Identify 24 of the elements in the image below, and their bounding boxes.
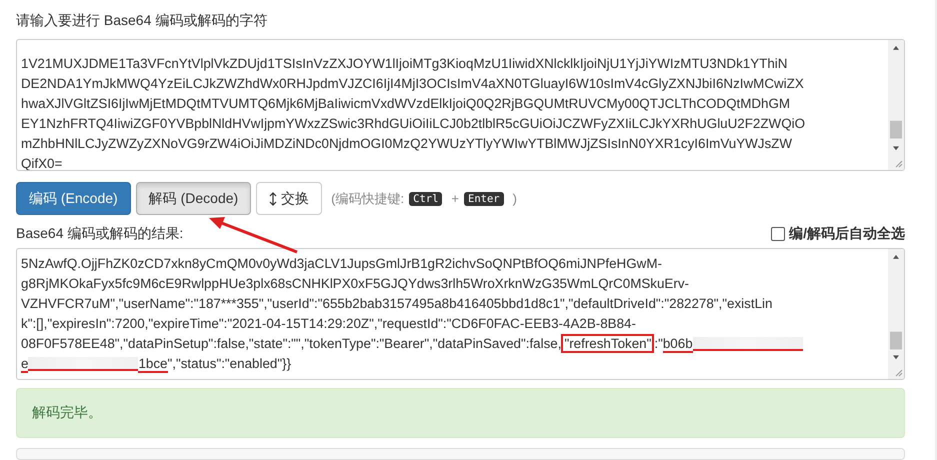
result-textarea[interactable] [16,248,905,380]
up-down-arrow-icon [269,192,278,206]
result-text: :" [654,336,663,351]
result-label: Base64 编码或解码的结果: [16,224,184,243]
key-label: Ctrl [409,192,442,206]
result-text: VZHVFCR7uM","userName":"187***355","userId":"655b2bab3157495a8b416405bbd1d8c1","defaultDriveId":"282278","existLin [21,296,772,311]
swap-button[interactable]: 交换 [256,182,322,215]
key-label: Enter [464,192,504,206]
result-text: 08F0F578EE48","dataPinSetup":false,"state":"","tokenType":"Bearer","dataPinSaved":false, [21,336,562,351]
underlined-text: 1bce [138,356,168,373]
input-label: 请输入要进行 Base64 编码或解码的字符 [16,11,268,30]
result-text: 5NzAwfQ.OjjFhZK0zCD7xkn8yCmQM0v0yWd3jaCLV1JupsGmlJrB1gR2ichvSoQNPtBfOQ6miJNPfeHGwM- [21,256,662,271]
shortcut-hint: (编码快捷键: [331,190,404,208]
decode-button[interactable]: 解码 (Decode) [136,182,252,215]
closing-parenthesis: ) [512,191,517,206]
plus-sign: + [451,191,460,206]
checkbox-label: 编/解码后自动全选 [789,225,905,243]
highlighted-text: "refreshToken" [561,334,654,353]
status-message: 解码完毕。 [32,404,102,420]
result-text: ","status":"enabled"}} [168,356,292,371]
result-text: g8RjMKOkaFyx5fc9M6cE9RwlppHUe3plx68sCNHKlPX0xF5GJQYdws3rlh5WroXrknWzG35WmLQrC0MSkuErv- [21,276,689,291]
result-text: k":[],"expiresIn":7200,"expireTime":"2021-04-15T14:29:20Z","requestId":"CD6F0FAC-EEB3-4A2B-8B84- [21,316,636,331]
checkbox[interactable] [771,227,786,241]
encode-button[interactable]: 编码 (Encode) [16,182,131,215]
